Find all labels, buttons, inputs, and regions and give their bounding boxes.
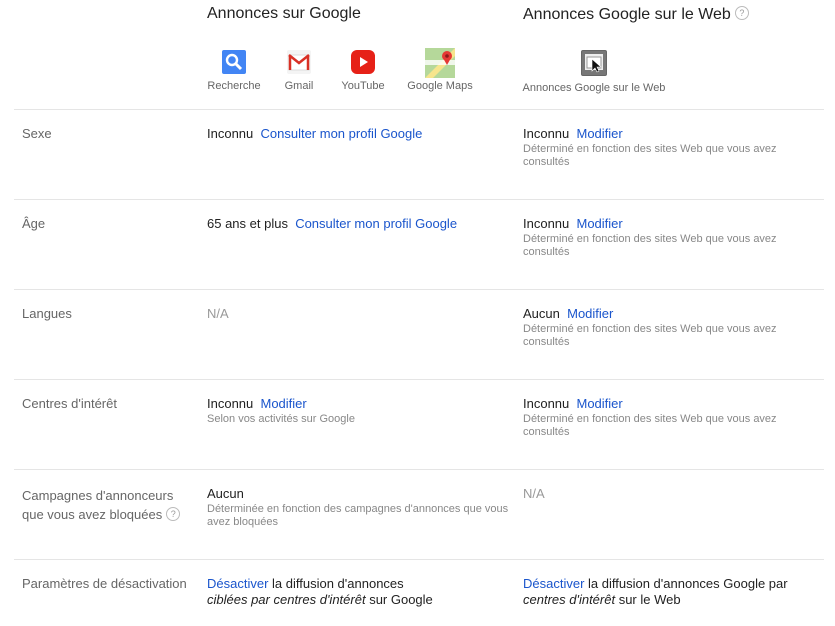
youtube-icon [351,50,375,74]
google-cell-campagnes: Aucun [207,486,244,501]
value-text: Inconnu [207,396,254,411]
web-note: Déterminé en fonction des sites Web que … [523,323,777,348]
edit-link[interactable]: Modifier [577,396,623,411]
web-note: Déterminé en fonction des sites Web que … [523,143,777,168]
google-cell-sexe: Inconnu Consulter mon profil Google [207,126,422,141]
not-applicable: N/A [523,486,545,501]
product-label: Google Maps [407,80,473,92]
row-label-text: que vous avez bloquées [22,507,163,522]
edit-link[interactable]: Modifier [577,216,623,231]
product-youtube: YouTube [336,50,390,92]
row-label-line: que vous avez bloquées? [22,505,181,524]
value-text: Inconnu [523,126,570,141]
product-label: YouTube [341,80,385,92]
opt-out-text: la diffusion d'annonces Google par [584,576,788,591]
row-label-campagnes: Campagnes d'annonceurs que vous avez blo… [22,486,181,524]
row-label-interets: Centres d'intérêt [22,396,117,411]
edit-link[interactable]: Modifier [567,306,613,321]
divider [14,289,824,290]
opt-out-text: sur Google [365,592,433,607]
edit-link[interactable]: Modifier [261,396,307,411]
row-label-line: Campagnes d'annonceurs [22,488,174,503]
google-cell-interets: Inconnu Modifier [207,396,307,411]
value-text: Inconnu [207,126,254,141]
profile-link[interactable]: Consulter mon profil Google [261,126,423,141]
profile-link[interactable]: Consulter mon profil Google [295,216,457,231]
web-cell-interets: Inconnu Modifier [523,396,623,411]
google-note: Déterminée en fonction des campagnes d'a… [207,503,509,528]
google-note: Selon vos activités sur Google [207,413,355,425]
web-cell-age: Inconnu Modifier [523,216,623,231]
web-ads-title: Annonces Google sur le Web? [523,6,749,24]
divider [14,379,824,380]
opt-out-text: la diffusion d'annonces [268,576,404,591]
help-icon[interactable]: ? [166,507,181,521]
divider [14,469,824,470]
row-label-sexe: Sexe [22,126,52,141]
web-note: Déterminé en fonction des sites Web que … [523,233,777,258]
web-ads-title-text: Annonces Google sur le Web [523,6,731,23]
divider [14,199,824,200]
row-label-langues: Langues [22,306,72,321]
product-label: Annonces Google sur le Web [522,82,666,94]
help-icon[interactable]: ? [734,6,749,20]
product-label: Gmail [284,80,314,92]
row-label-age: Âge [22,216,46,231]
search-icon [222,50,246,74]
product-maps: Google Maps [404,48,476,92]
not-applicable: N/A [207,306,229,321]
gmail-icon [287,50,311,74]
maps-icon [425,48,455,78]
edit-link[interactable]: Modifier [577,126,623,141]
web-cell-sexe: Inconnu Modifier [523,126,623,141]
value-text: Inconnu [523,396,570,411]
divider [14,559,824,560]
row-label-desactivation: Paramètres de désactivation [22,576,187,591]
product-search: Recherche [202,50,266,92]
google-cell-age: 65 ans et plus Consulter mon profil Goog… [207,216,457,231]
opt-out-emphasis: centres d'intérêt [523,592,616,607]
value-text: Aucun [523,306,560,321]
product-web-ads: Annonces Google sur le Web [518,50,670,94]
value-text: Inconnu [523,216,570,231]
value-text: 65 ans et plus [207,216,288,231]
opt-out-emphasis: ciblées par centres d'intérêt [207,592,366,607]
divider [14,109,824,110]
product-gmail: Gmail [279,50,319,92]
opt-out-link[interactable]: Désactiver [523,576,584,591]
web-note: Déterminé en fonction des sites Web que … [523,413,777,438]
web-ads-icon [581,50,607,76]
product-label: Recherche [207,80,261,92]
google-ads-title: Annonces sur Google [207,5,361,22]
web-cell-langues: Aucun Modifier [523,306,613,321]
opt-out-link[interactable]: Désactiver [207,576,268,591]
web-cell-desactivation: Désactiver la diffusion d'annonces Googl… [523,576,823,608]
google-cell-desactivation: Désactiver la diffusion d'annonces ciblé… [207,576,497,608]
opt-out-text: sur le Web [615,592,681,607]
